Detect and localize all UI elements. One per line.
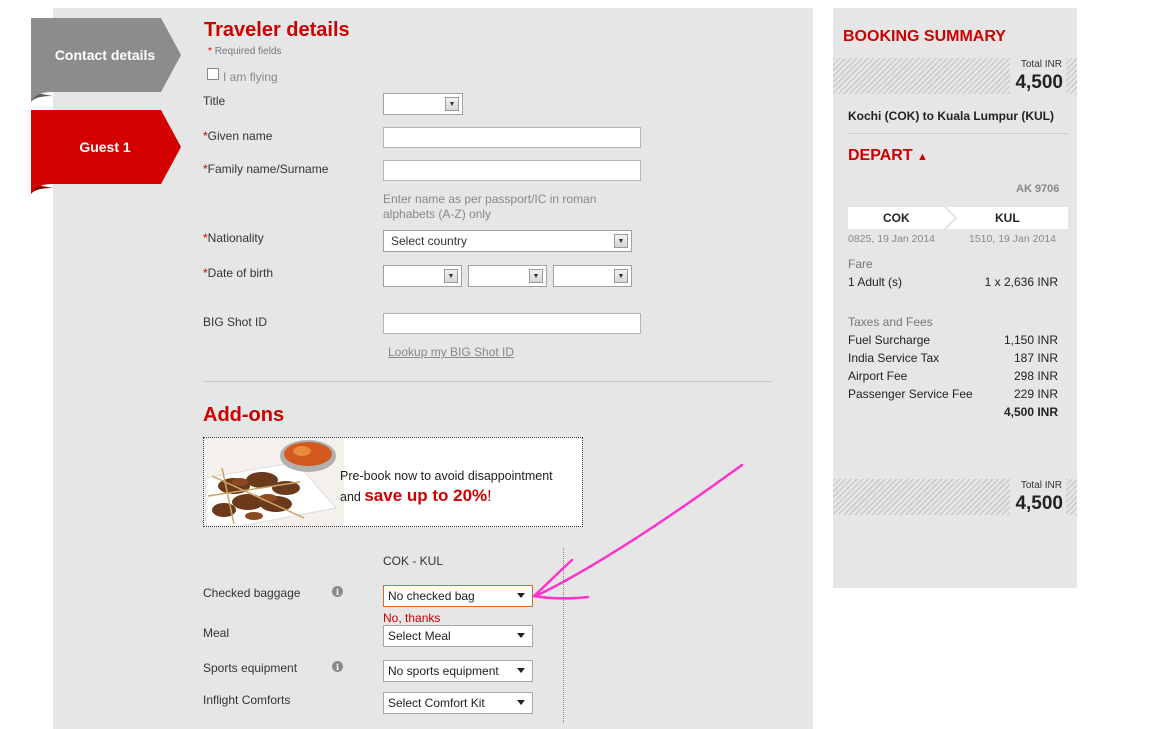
chevron-down-icon: ▼	[445, 97, 459, 111]
route-to-code: KUL	[995, 211, 1020, 225]
addon-route: COK - KUL	[383, 554, 444, 568]
route-chevron-icon	[944, 207, 958, 229]
chevron-down-icon: ▼	[444, 269, 458, 283]
checked-baggage-label: Checked baggage	[203, 586, 301, 600]
fee-value: 1,150 INR	[1003, 333, 1058, 347]
checked-baggage-value: No checked bag	[388, 589, 475, 603]
nationality-label: *Nationality	[203, 231, 264, 245]
meal-value: Select Meal	[388, 629, 451, 643]
tab-guest-1[interactable]: Guest 1	[31, 110, 181, 194]
fare-label: Fare	[848, 257, 873, 271]
total-label-bottom-text: Total	[1020, 480, 1042, 491]
traveler-details-heading: Traveler details	[204, 19, 350, 41]
dob-month-select[interactable]: ▼	[468, 265, 547, 287]
tab-contact-details-label: Contact details	[54, 47, 156, 63]
dob-label: *Date of birth	[203, 266, 274, 280]
dropdown-arrow-icon	[517, 668, 525, 673]
total-label-bottom: Total INR	[1012, 480, 1062, 491]
i-am-flying-label: I am flying	[223, 70, 278, 84]
route-bar: COK KUL	[848, 207, 1068, 229]
chevron-down-icon: ▼	[614, 234, 628, 248]
required-note: * Required fields	[208, 46, 282, 57]
inflight-comforts-value: Select Comfort Kit	[388, 696, 485, 710]
fee-label: Fuel Surcharge	[848, 333, 931, 347]
arrive-time: 1510, 19 Jan 2014	[969, 233, 1056, 245]
name-hint: Enter name as per passport/IC in roman a…	[383, 192, 597, 221]
fee-label: Passenger Service Fee	[848, 387, 973, 401]
dropdown-arrow-icon	[517, 633, 525, 638]
checked-baggage-note: No, thanks	[383, 611, 441, 625]
nationality-label-text: Nationality	[207, 231, 264, 245]
fee-value: 229 INR	[1013, 387, 1058, 401]
chevron-down-icon: ▼	[529, 269, 543, 283]
bigshot-input[interactable]	[383, 313, 641, 334]
booking-summary-title: BOOKING SUMMARY	[843, 28, 1006, 45]
summary-divider	[848, 133, 1068, 134]
adults-value: 1 x 2,636 INR	[984, 275, 1058, 289]
dob-label-text: Date of birth	[207, 266, 274, 280]
meal-select[interactable]: Select Meal	[383, 625, 533, 647]
banner-highlight: save up to 20%	[364, 486, 488, 505]
title-label: Title	[203, 94, 226, 108]
depart-label: DEPART	[848, 147, 913, 164]
route-title: Kochi (COK) to Kuala Lumpur (KUL)	[848, 109, 1054, 123]
given-name-input[interactable]	[383, 127, 641, 148]
total-value-top: 4,500	[1015, 72, 1063, 93]
info-icon[interactable]: i	[332, 661, 343, 672]
fee-label: Airport Fee	[848, 369, 908, 383]
sports-equipment-select[interactable]: No sports equipment	[383, 660, 533, 682]
inflight-comforts-select[interactable]: Select Comfort Kit	[383, 692, 533, 714]
given-name-label: *Given name	[203, 129, 273, 143]
family-name-input[interactable]	[383, 160, 641, 181]
fees-subtotal: 4,500 INR	[1003, 405, 1058, 419]
meal-label: Meal	[203, 626, 230, 640]
inflight-comforts-label: Inflight Comforts	[203, 693, 291, 707]
fee-value: 298 INR	[1013, 369, 1058, 383]
dob-day-select[interactable]: ▼	[383, 265, 462, 287]
banner-and: and	[340, 490, 361, 504]
annotation-arrow-icon	[532, 463, 744, 600]
title-select[interactable]: ▼	[383, 93, 463, 115]
sports-equipment-label: Sports equipment	[203, 661, 298, 675]
sports-equipment-value: No sports equipment	[388, 664, 499, 678]
required-note-text: Required fields	[214, 46, 282, 57]
addons-heading: Add-ons	[203, 404, 285, 426]
fee-label: India Service Tax	[848, 351, 940, 365]
bigshot-label: BIG Shot ID	[203, 315, 268, 329]
family-name-label-text: Family name/Surname	[207, 162, 329, 176]
section-divider	[203, 381, 772, 382]
adults-label: 1 Adult (s)	[848, 275, 903, 289]
total-value-bottom: 4,500	[1015, 493, 1063, 514]
given-name-label-text: Given name	[207, 129, 273, 143]
total-currency-top: INR	[1044, 59, 1062, 70]
fee-value: 187 INR	[1013, 351, 1058, 365]
depart-time: 0825, 19 Jan 2014	[848, 233, 935, 245]
taxes-label: Taxes and Fees	[848, 315, 933, 329]
family-name-label: *Family name/Surname	[203, 162, 329, 176]
bigshot-lookup-link[interactable]: Lookup my BIG Shot ID	[388, 345, 514, 359]
i-am-flying-checkbox[interactable]	[207, 68, 219, 80]
total-label-top: Total INR	[1012, 59, 1062, 70]
info-icon[interactable]: i	[332, 586, 343, 597]
tab-guest-1-label: Guest 1	[79, 139, 131, 155]
dob-year-select[interactable]: ▼	[553, 265, 632, 287]
total-label-top-text: Total	[1020, 59, 1042, 70]
flight-number: AK 9706	[1016, 183, 1060, 195]
caret-up-icon: ▲	[917, 151, 928, 163]
chevron-down-icon: ▼	[614, 269, 628, 283]
tab-contact-details[interactable]: Contact details	[31, 18, 181, 102]
nationality-select-value: Select country	[391, 234, 468, 248]
food-image	[204, 438, 344, 526]
route-from-code: COK	[883, 211, 910, 225]
dropdown-arrow-icon	[517, 700, 525, 705]
nationality-select[interactable]: Select country ▼	[383, 230, 632, 252]
banner-exclaim: !	[487, 488, 492, 505]
total-currency-bottom: INR	[1044, 480, 1062, 491]
checked-baggage-select[interactable]: No checked bag	[383, 585, 533, 607]
depart-heading[interactable]: DEPART ▲	[848, 147, 928, 165]
